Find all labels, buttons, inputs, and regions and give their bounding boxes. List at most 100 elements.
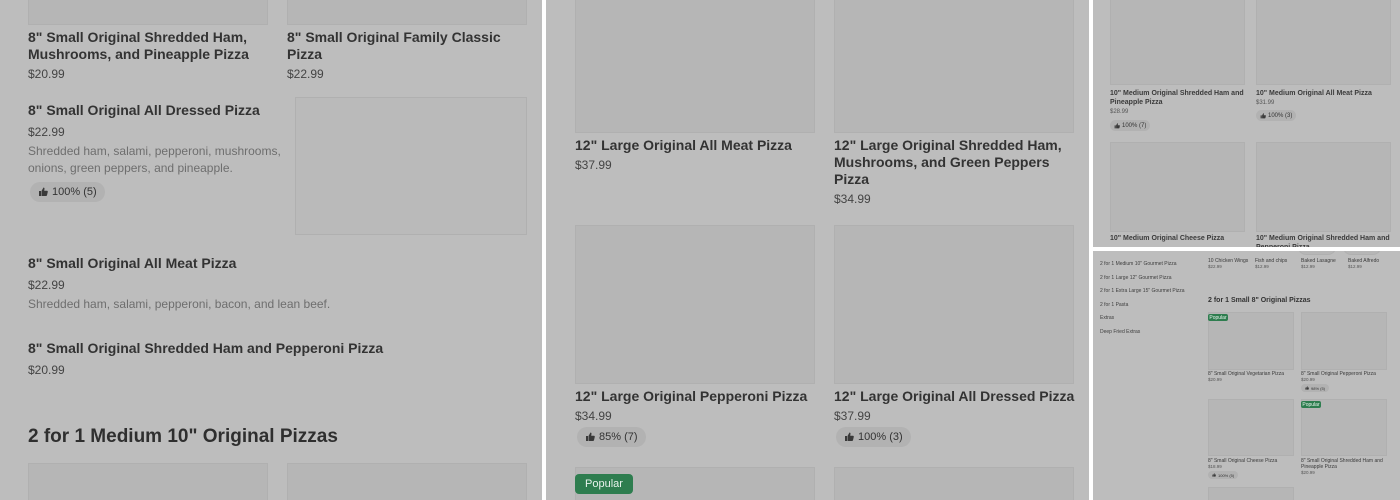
item-price: $12.99 — [1348, 264, 1362, 269]
item-image[interactable] — [1343, 251, 1381, 255]
menu-item-card[interactable]: Fish and chips $12.99 — [1255, 258, 1300, 269]
item-image[interactable] — [295, 97, 527, 235]
item-image[interactable] — [575, 225, 815, 384]
rating-badge: 85% (7) — [577, 427, 646, 447]
sidebar-item[interactable]: 2 for 1 Large 12" Gourmet Pizza — [1100, 275, 1200, 289]
item-title: 8" Small Original Shredded Ham and Pinea… — [1301, 458, 1383, 470]
item-image[interactable] — [28, 0, 268, 25]
item-price: $22.99 — [1208, 264, 1222, 269]
sidebar-item[interactable]: Deep Fried Extras — [1100, 329, 1200, 343]
item-price: $12.99 — [1301, 264, 1315, 269]
thumbs-up-icon — [39, 187, 48, 196]
menu-item-card[interactable]: 10" Medium Original Shredded Ham and Pep… — [1256, 234, 1394, 247]
item-image[interactable] — [1110, 0, 1245, 85]
menu-item-card[interactable]: Baked Lasagne $12.99 — [1301, 258, 1346, 269]
item-title: 12" Large Original Pepperoni Pizza — [575, 388, 808, 404]
menu-item-card[interactable]: 10 Chicken Wings $22.99 — [1208, 258, 1253, 269]
popular-badge: Popular — [1301, 401, 1321, 408]
menu-item-card[interactable]: 8" Small Original Vegetarian Pizza $20.9… — [1208, 371, 1296, 382]
thumbs-up-icon — [845, 432, 854, 441]
item-price: $20.99 — [1301, 470, 1315, 475]
item-price: $20.99 — [1301, 377, 1315, 382]
menu-item-card[interactable]: 10" Medium Original Shredded Ham and Pin… — [1110, 89, 1248, 115]
item-price: $34.99 — [575, 409, 612, 423]
menu-item-row[interactable]: 8" Small Original Shredded Ham and Peppe… — [28, 340, 508, 377]
item-price: $37.99 — [575, 158, 612, 172]
item-title: 10" Medium Original Shredded Ham and Pep… — [1256, 235, 1390, 247]
item-image[interactable] — [28, 463, 268, 500]
item-title: 8" Small Original Family Classic Pizza — [287, 29, 501, 62]
item-image[interactable] — [1256, 0, 1391, 85]
thumbs-up-icon — [1114, 122, 1120, 128]
item-title: 8" Small Original Shredded Ham and Peppe… — [28, 340, 384, 356]
item-title: 8" Small Original All Meat Pizza — [28, 255, 237, 271]
item-title: 12" Large Original All Meat Pizza — [575, 137, 792, 153]
rating-text: 100% (5) — [52, 186, 97, 198]
menu-panel-small-pizzas: 8" Small Original Shredded Ham, Mushroom… — [0, 0, 542, 500]
item-image[interactable] — [1301, 312, 1387, 370]
item-price: $28.99 — [1110, 109, 1129, 115]
menu-item-card[interactable]: Baked Alfredo $12.99 — [1348, 258, 1393, 269]
menu-item-card[interactable]: 10" Medium Original All Meat Pizza $31.9… — [1256, 89, 1394, 106]
item-image[interactable] — [1208, 487, 1294, 500]
menu-item-card[interactable]: 12" Large Original Pepperoni Pizza $34.9… — [575, 388, 820, 423]
menu-item-card[interactable]: 8" Small Original Family Classic Pizza $… — [287, 29, 537, 81]
thumbs-up-icon — [586, 432, 595, 441]
item-image[interactable] — [287, 463, 527, 500]
sidebar-item[interactable]: Extras — [1100, 315, 1200, 329]
item-image[interactable] — [834, 467, 1074, 500]
item-price: $20.99 — [28, 363, 65, 377]
category-sidebar: 2 for 1 Medium 10" Gourmet Pizza 2 for 1… — [1100, 261, 1200, 342]
menu-item-card[interactable]: 12" Large Original Shredded Ham, Mushroo… — [834, 137, 1079, 206]
rating-badge: 98% (5) — [1301, 384, 1330, 392]
popular-badge: Popular — [1208, 314, 1228, 321]
item-title: 10" Medium Original Shredded Ham and Pin… — [1110, 90, 1244, 106]
item-image[interactable] — [1256, 142, 1391, 232]
menu-overview-panel: 2 for 1 Medium 10" Gourmet Pizza 2 for 1… — [1093, 251, 1400, 500]
rating-text: 100% (3) — [858, 431, 903, 443]
item-price: $20.99 — [1208, 377, 1222, 382]
thumbs-up-icon — [1305, 386, 1309, 390]
rating-text: 100% (3) — [1268, 112, 1293, 119]
item-image[interactable] — [1110, 142, 1245, 232]
sidebar-item[interactable]: 2 for 1 Extra Large 15" Gourmet Pizza — [1100, 288, 1200, 302]
item-image[interactable] — [834, 225, 1074, 384]
rating-badge: 100% (3) — [1256, 110, 1297, 121]
item-image[interactable] — [575, 0, 815, 133]
item-image[interactable] — [834, 0, 1074, 133]
item-title: 12" Large Original Shredded Ham, Mushroo… — [834, 137, 1062, 187]
item-title: 10" Medium Original All Meat Pizza — [1256, 90, 1372, 97]
rating-badge: 100% (7) — [1110, 120, 1151, 131]
menu-panel-medium-pizzas: 10" Medium Original Shredded Ham and Pin… — [1093, 0, 1400, 247]
item-price: $22.99 — [287, 67, 324, 81]
menu-item-row[interactable]: 8" Small Original All Meat Pizza $22.99 … — [28, 255, 508, 313]
rating-text: 85% (7) — [599, 431, 638, 443]
item-image[interactable] — [1298, 251, 1336, 255]
item-price: $31.99 — [1256, 100, 1275, 106]
item-image[interactable] — [287, 0, 527, 25]
item-title: 8" Small Original All Dressed Pizza — [28, 102, 260, 118]
menu-item-card[interactable]: 8" Small Original Pepperoni Pizza $20.99 — [1301, 371, 1389, 382]
menu-panel-large-pizzas: 12" Large Original All Meat Pizza $37.99… — [546, 0, 1089, 500]
item-description: Shredded ham, salami, pepperoni, bacon, … — [28, 297, 331, 311]
sidebar-item[interactable]: 2 for 1 Pasta — [1100, 302, 1200, 316]
item-price: $22.99 — [28, 278, 65, 292]
menu-item-card[interactable]: 8" Small Original Cheese Pizza $18.99 — [1208, 458, 1296, 469]
menu-item-card[interactable]: 8" Small Original Shredded Ham, Mushroom… — [28, 29, 278, 81]
rating-text: 100% (5) — [1218, 472, 1235, 478]
item-price: $18.99 — [1208, 464, 1222, 469]
item-price: $34.99 — [834, 192, 871, 206]
thumbs-up-icon — [1212, 473, 1216, 477]
menu-item-row[interactable]: 8" Small Original All Dressed Pizza $22.… — [28, 102, 288, 177]
menu-item-card[interactable]: 8" Small Original Shredded Ham and Pinea… — [1301, 458, 1389, 475]
item-price: $12.99 — [1255, 264, 1269, 269]
sidebar-item[interactable]: 2 for 1 Medium 10" Gourmet Pizza — [1100, 261, 1200, 275]
item-price: $20.99 — [28, 67, 65, 81]
menu-item-card[interactable]: 10" Medium Original Cheese Pizza — [1110, 234, 1248, 243]
item-description: Shredded ham, salami, pepperoni, mushroo… — [28, 144, 281, 175]
menu-item-card[interactable]: 12" Large Original All Meat Pizza $37.99 — [575, 137, 820, 172]
popular-badge: Popular — [575, 474, 633, 494]
item-image[interactable] — [1208, 399, 1294, 456]
menu-item-card[interactable]: 12" Large Original All Dressed Pizza $37… — [834, 388, 1079, 423]
rating-badge: 100% (5) — [30, 182, 105, 202]
